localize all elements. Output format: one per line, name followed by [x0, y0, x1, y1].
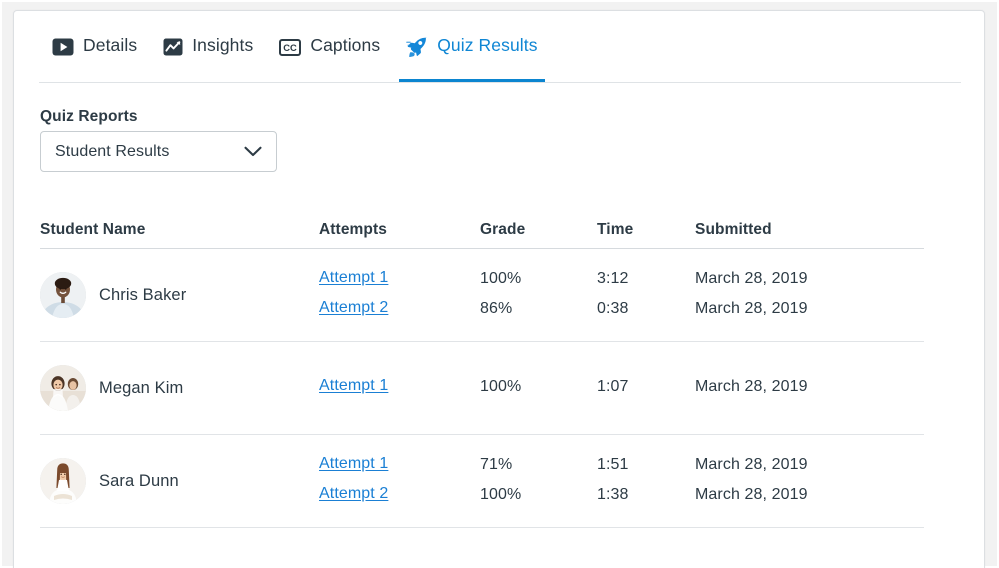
rocket-icon [406, 37, 428, 58]
tab-bar: Details Insights CC Captions Quiz Result… [14, 11, 984, 83]
student-cell: Sara Dunn [40, 435, 310, 527]
attempt-link[interactable]: Attempt 2 [319, 299, 388, 317]
table-row: Chris Baker Attempt 1 100% 3:12 March 28… [40, 249, 924, 342]
time-value: 3:12 [597, 270, 629, 287]
submitted-value: March 28, 2019 [695, 378, 808, 395]
media-details-panel: Details Insights CC Captions Quiz Result… [13, 10, 985, 568]
attempt-row: Attempt 2 100% 1:38 March 28, 2019 [319, 485, 924, 507]
closed-caption-icon: CC [279, 38, 302, 56]
page-title: Quiz Reports [40, 108, 138, 125]
table-header-row: Student Name Attempts Grade Time Submitt… [40, 211, 924, 249]
time-value: 1:38 [597, 486, 629, 503]
column-header-grade: Grade [480, 221, 526, 238]
time-value: 1:07 [597, 378, 629, 395]
grade-value: 100% [480, 486, 522, 503]
student-cell: Chris Baker [40, 249, 310, 341]
time-value: 0:38 [597, 300, 629, 317]
column-header-attempts: Attempts [319, 221, 387, 238]
attempt-row: Attempt 1 100% 3:12 March 28, 2019 [319, 269, 924, 291]
attempts-list: Attempt 1 100% 3:12 March 28, 2019 Attem… [319, 249, 924, 341]
tab-quiz-results-label: Quiz Results [437, 35, 538, 56]
video-play-icon [52, 38, 74, 56]
attempt-link[interactable]: Attempt 2 [319, 485, 388, 503]
tab-captions[interactable]: CC Captions [266, 11, 393, 83]
quiz-results-table: Student Name Attempts Grade Time Submitt… [40, 211, 924, 528]
attempt-link[interactable]: Attempt 1 [319, 455, 388, 473]
attempt-row: Attempt 2 86% 0:38 March 28, 2019 [319, 299, 924, 321]
table-row: Megan Kim Attempt 1 100% 1:07 March 28, … [40, 342, 924, 435]
attempts-list: Attempt 1 71% 1:51 March 28, 2019 Attemp… [319, 435, 924, 527]
tab-captions-label: Captions [310, 35, 381, 56]
submitted-value: March 28, 2019 [695, 486, 808, 503]
column-header-submitted: Submitted [695, 221, 772, 238]
submitted-value: March 28, 2019 [695, 300, 808, 317]
tab-insights[interactable]: Insights [150, 11, 266, 83]
grade-value: 71% [480, 456, 513, 473]
attempt-row: Attempt 1 71% 1:51 March 28, 2019 [319, 455, 924, 477]
tab-details[interactable]: Details [39, 11, 150, 83]
column-header-time: Time [597, 221, 634, 238]
student-name: Megan Kim [99, 378, 184, 397]
avatar [40, 365, 86, 411]
student-cell: Megan Kim [40, 342, 310, 434]
submitted-value: March 28, 2019 [695, 270, 808, 287]
column-header-student-name: Student Name [40, 221, 146, 238]
submitted-value: March 28, 2019 [695, 456, 808, 473]
grade-value: 86% [480, 300, 513, 317]
quiz-report-select-value: Student Results [55, 142, 170, 160]
time-value: 1:51 [597, 456, 629, 473]
tab-quiz-results[interactable]: Quiz Results [393, 11, 550, 83]
attempts-list: Attempt 1 100% 1:07 March 28, 2019 [319, 342, 924, 434]
tab-insights-label: Insights [192, 35, 254, 56]
attempt-row: Attempt 1 100% 1:07 March 28, 2019 [319, 377, 924, 399]
attempt-link[interactable]: Attempt 1 [319, 269, 388, 287]
tab-list: Details Insights CC Captions Quiz Result… [39, 11, 551, 83]
chevron-down-icon [243, 145, 263, 158]
student-name: Sara Dunn [99, 471, 179, 490]
avatar [40, 458, 86, 504]
grade-value: 100% [480, 378, 522, 395]
tab-details-label: Details [83, 35, 138, 56]
quiz-report-select[interactable]: Student Results [40, 131, 277, 172]
svg-text:CC: CC [284, 42, 298, 53]
grade-value: 100% [480, 270, 522, 287]
app-root: Details Insights CC Captions Quiz Result… [0, 0, 999, 568]
avatar [40, 272, 86, 318]
line-chart-icon [163, 38, 183, 56]
table-row: Sara Dunn Attempt 1 71% 1:51 March 28, 2… [40, 435, 924, 528]
student-name: Chris Baker [99, 285, 187, 304]
attempt-link[interactable]: Attempt 1 [319, 377, 388, 395]
